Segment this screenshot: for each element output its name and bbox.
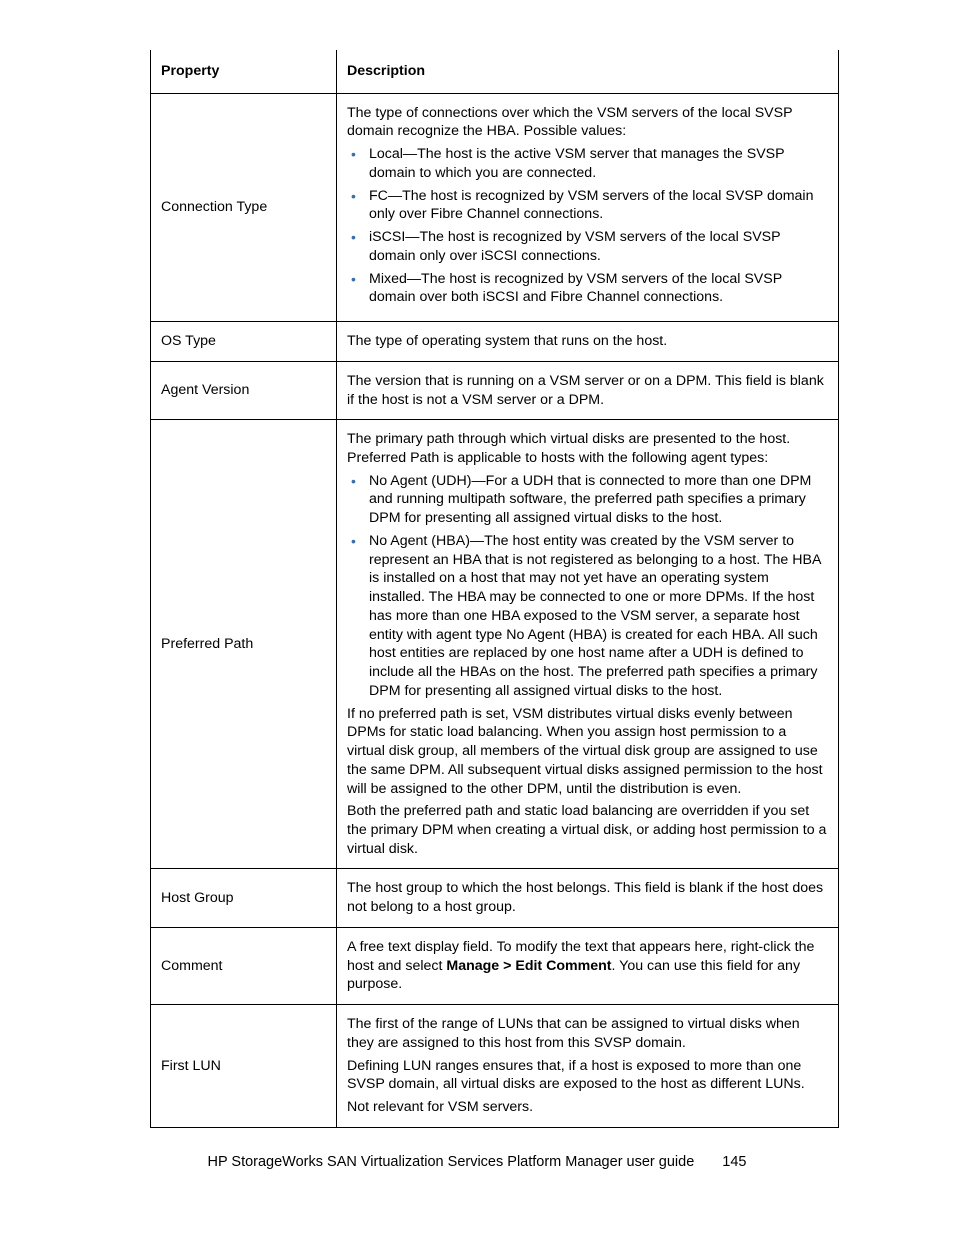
list-item: No Agent (UDH)—For a UDH that is connect… [365,472,828,528]
table-row: Comment A free text display field. To mo… [151,927,839,1004]
list-item: FC—The host is recognized by VSM servers… [365,187,828,224]
header-property: Property [151,50,337,93]
list-item: iSCSI—The host is recognized by VSM serv… [365,228,828,265]
desc-intro: The primary path through which virtual d… [347,430,828,467]
desc-paragraph: The first of the range of LUNs that can … [347,1015,828,1052]
table-row: Host Group The host group to which the h… [151,869,839,927]
property-description: A free text display field. To modify the… [337,927,839,1004]
document-page: Property Description Connection Type The… [0,0,954,1235]
page-footer: HP StorageWorks SAN Virtualization Servi… [0,1154,954,1170]
table-row: Connection Type The type of connections … [151,93,839,321]
table-row: First LUN The first of the range of LUNs… [151,1005,839,1128]
property-name: First LUN [151,1005,337,1128]
desc-paragraph: Defining LUN ranges ensures that, if a h… [347,1057,828,1094]
property-description: The primary path through which virtual d… [337,420,839,869]
bullet-list: No Agent (UDH)—For a UDH that is connect… [347,472,828,701]
properties-table: Property Description Connection Type The… [150,50,839,1128]
property-description: The type of operating system that runs o… [337,322,839,362]
property-name: Connection Type [151,93,337,321]
desc-paragraph: Not relevant for VSM servers. [347,1098,828,1117]
header-description: Description [337,50,839,93]
property-name: Preferred Path [151,420,337,869]
property-description: The version that is running on a VSM ser… [337,361,839,419]
bold-text: Manage > Edit Comment [446,958,611,974]
property-name: OS Type [151,322,337,362]
table-row: Preferred Path The primary path through … [151,420,839,869]
footer-title: HP StorageWorks SAN Virtualization Servi… [207,1154,694,1170]
property-description: The type of connections over which the V… [337,93,839,321]
list-item: No Agent (HBA)—The host entity was creat… [365,532,828,701]
desc-paragraph: If no preferred path is set, VSM distrib… [347,705,828,799]
table-header-row: Property Description [151,50,839,93]
table-row: OS Type The type of operating system tha… [151,322,839,362]
list-item: Local—The host is the active VSM server … [365,145,828,182]
page-number: 145 [722,1154,746,1170]
table-row: Agent Version The version that is runnin… [151,361,839,419]
desc-intro: The type of connections over which the V… [347,104,828,141]
bullet-list: Local—The host is the active VSM server … [347,145,828,307]
property-name: Agent Version [151,361,337,419]
property-description: The first of the range of LUNs that can … [337,1005,839,1128]
property-name: Comment [151,927,337,1004]
list-item: Mixed—The host is recognized by VSM serv… [365,270,828,307]
desc-paragraph: Both the preferred path and static load … [347,802,828,858]
property-description: The host group to which the host belongs… [337,869,839,927]
property-name: Host Group [151,869,337,927]
